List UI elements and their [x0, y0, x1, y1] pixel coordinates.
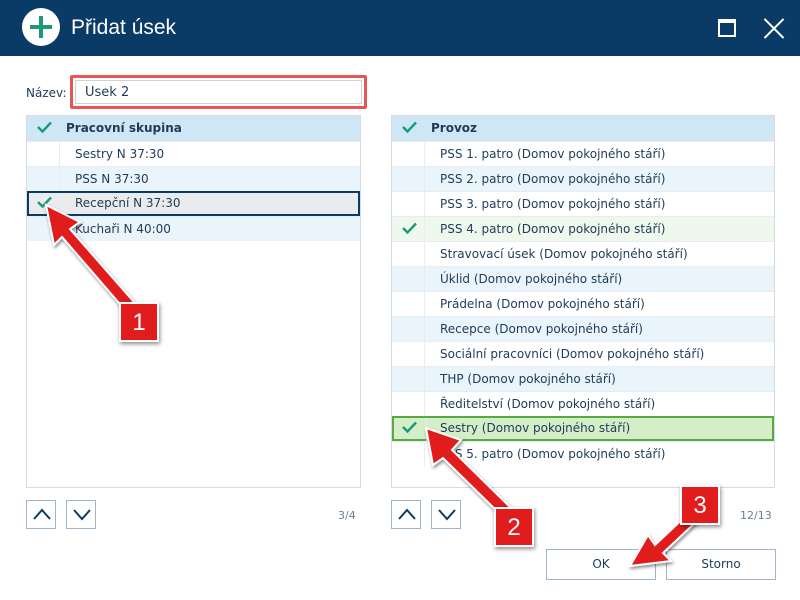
row-checkbox[interactable]: [27, 167, 60, 191]
add-icon: [22, 8, 60, 46]
list-item[interactable]: Recepce (Domov pokojného stáří): [392, 316, 774, 341]
check-icon: [402, 421, 417, 433]
row-checkbox[interactable]: [392, 167, 425, 191]
list-item-label: PSS N 37:30: [75, 172, 149, 186]
name-input[interactable]: [75, 80, 362, 104]
chevron-down-icon: [438, 509, 456, 521]
title-bar: Přidat úsek: [0, 0, 800, 56]
right-counter: 12/13: [740, 509, 772, 522]
list-item[interactable]: Recepční N 37:30: [27, 191, 360, 217]
row-checkbox[interactable]: [27, 142, 60, 166]
list-item[interactable]: Ředitelství (Domov pokojného stáří): [392, 391, 774, 416]
list-item[interactable]: Prádelna (Domov pokojného stáří): [392, 291, 774, 316]
list-item[interactable]: Kuchaři N 40:00: [27, 216, 360, 241]
list-item[interactable]: Sestry N 37:30: [27, 141, 360, 166]
list-item[interactable]: THP (Domov pokojného stáří): [392, 366, 774, 391]
list-item-label: Recepční N 37:30: [75, 196, 181, 210]
list-item-label: Sociální pracovníci (Domov pokojného stá…: [440, 347, 705, 361]
callout-badge-1: 1: [119, 302, 159, 342]
operation-list-header: Provoz: [392, 116, 774, 141]
list-item[interactable]: Sociální pracovníci (Domov pokojného stá…: [392, 341, 774, 366]
row-checkbox[interactable]: [392, 317, 425, 341]
maximize-icon: [718, 19, 736, 37]
list-item-label: Sestry (Domov pokojného stáří): [440, 421, 631, 435]
list-item-label: PSS 2. patro (Domov pokojného stáří): [440, 172, 666, 186]
check-icon: [37, 196, 52, 208]
list-item-label: Recepce (Domov pokojného stáří): [440, 322, 643, 336]
list-item[interactable]: Sestry (Domov pokojného stáří): [392, 416, 774, 442]
list-item-label: Stravovací úsek (Domov pokojného stáří): [440, 247, 688, 261]
callout-badge-3: 3: [680, 485, 720, 525]
header-check-icon[interactable]: [27, 116, 60, 141]
work-group-header-label: Pracovní skupina: [66, 121, 182, 135]
header-check-icon[interactable]: [392, 116, 425, 141]
operation-header-label: Provoz: [431, 121, 478, 135]
row-checkbox[interactable]: [392, 267, 425, 291]
ok-button[interactable]: OK: [546, 549, 656, 580]
row-checkbox[interactable]: [394, 418, 427, 442]
list-item[interactable]: PSS N 37:30: [27, 166, 360, 191]
list-item-label: PSS 5. patro (Domov pokojného stáří): [440, 447, 666, 461]
row-checkbox[interactable]: [392, 392, 425, 416]
window-title: Přidat úsek: [71, 16, 177, 39]
list-item-label: THP (Domov pokojného stáří): [440, 372, 616, 386]
list-item[interactable]: PSS 4. patro (Domov pokojného stáří): [392, 216, 774, 241]
cancel-button[interactable]: Storno: [666, 549, 776, 580]
work-group-list: Pracovní skupina Sestry N 37:30 PSS N 37:…: [26, 115, 361, 488]
list-item-label: PSS 4. patro (Domov pokojného stáří): [440, 222, 666, 236]
row-checkbox[interactable]: [392, 342, 425, 366]
callout-badge-2: 2: [494, 507, 534, 547]
left-counter: 3/4: [338, 509, 356, 522]
list-item[interactable]: Stravovací úsek (Domov pokojného stáří): [392, 241, 774, 266]
row-checkbox[interactable]: [392, 242, 425, 266]
left-move-up-button[interactable]: [26, 500, 56, 529]
list-item-label: Sestry N 37:30: [75, 147, 165, 161]
list-item-label: Úklid (Domov pokojného stáří): [440, 272, 623, 286]
right-move-down-button[interactable]: [431, 500, 461, 529]
list-item-label: PSS 1. patro (Domov pokojného stáří): [440, 147, 666, 161]
list-item[interactable]: PSS 3. patro (Domov pokojného stáří): [392, 191, 774, 216]
row-checkbox[interactable]: [392, 442, 425, 466]
list-item[interactable]: Úklid (Domov pokojného stáří): [392, 266, 774, 291]
list-item[interactable]: PSS 5. patro (Domov pokojného stáří): [392, 441, 774, 466]
row-checkbox[interactable]: [392, 192, 425, 216]
row-checkbox[interactable]: [392, 292, 425, 316]
chevron-down-icon: [73, 509, 91, 521]
row-checkbox[interactable]: [392, 367, 425, 391]
row-checkbox[interactable]: [29, 193, 62, 217]
chevron-up-icon: [398, 508, 416, 520]
operation-list: Provoz PSS 1. patro (Domov pokojného stá…: [391, 115, 775, 488]
chevron-up-icon: [33, 508, 51, 520]
row-checkbox[interactable]: [27, 217, 60, 241]
name-label: Název:: [26, 86, 67, 100]
row-checkbox[interactable]: [392, 217, 425, 241]
check-icon: [402, 222, 417, 234]
list-item-label: Kuchaři N 40:00: [75, 222, 171, 236]
work-group-list-header: Pracovní skupina: [27, 116, 360, 141]
list-item[interactable]: PSS 1. patro (Domov pokojného stáří): [392, 141, 774, 166]
close-button[interactable]: [759, 14, 789, 44]
list-item[interactable]: PSS 2. patro (Domov pokojného stáří): [392, 166, 774, 191]
list-item-label: PSS 3. patro (Domov pokojného stáří): [440, 197, 666, 211]
right-move-up-button[interactable]: [391, 500, 421, 529]
maximize-button[interactable]: [713, 14, 741, 42]
list-item-label: Ředitelství (Domov pokojného stáří): [440, 397, 656, 411]
row-checkbox[interactable]: [392, 142, 425, 166]
list-item-label: Prádelna (Domov pokojného stáří): [440, 297, 645, 311]
left-move-down-button[interactable]: [66, 500, 96, 529]
